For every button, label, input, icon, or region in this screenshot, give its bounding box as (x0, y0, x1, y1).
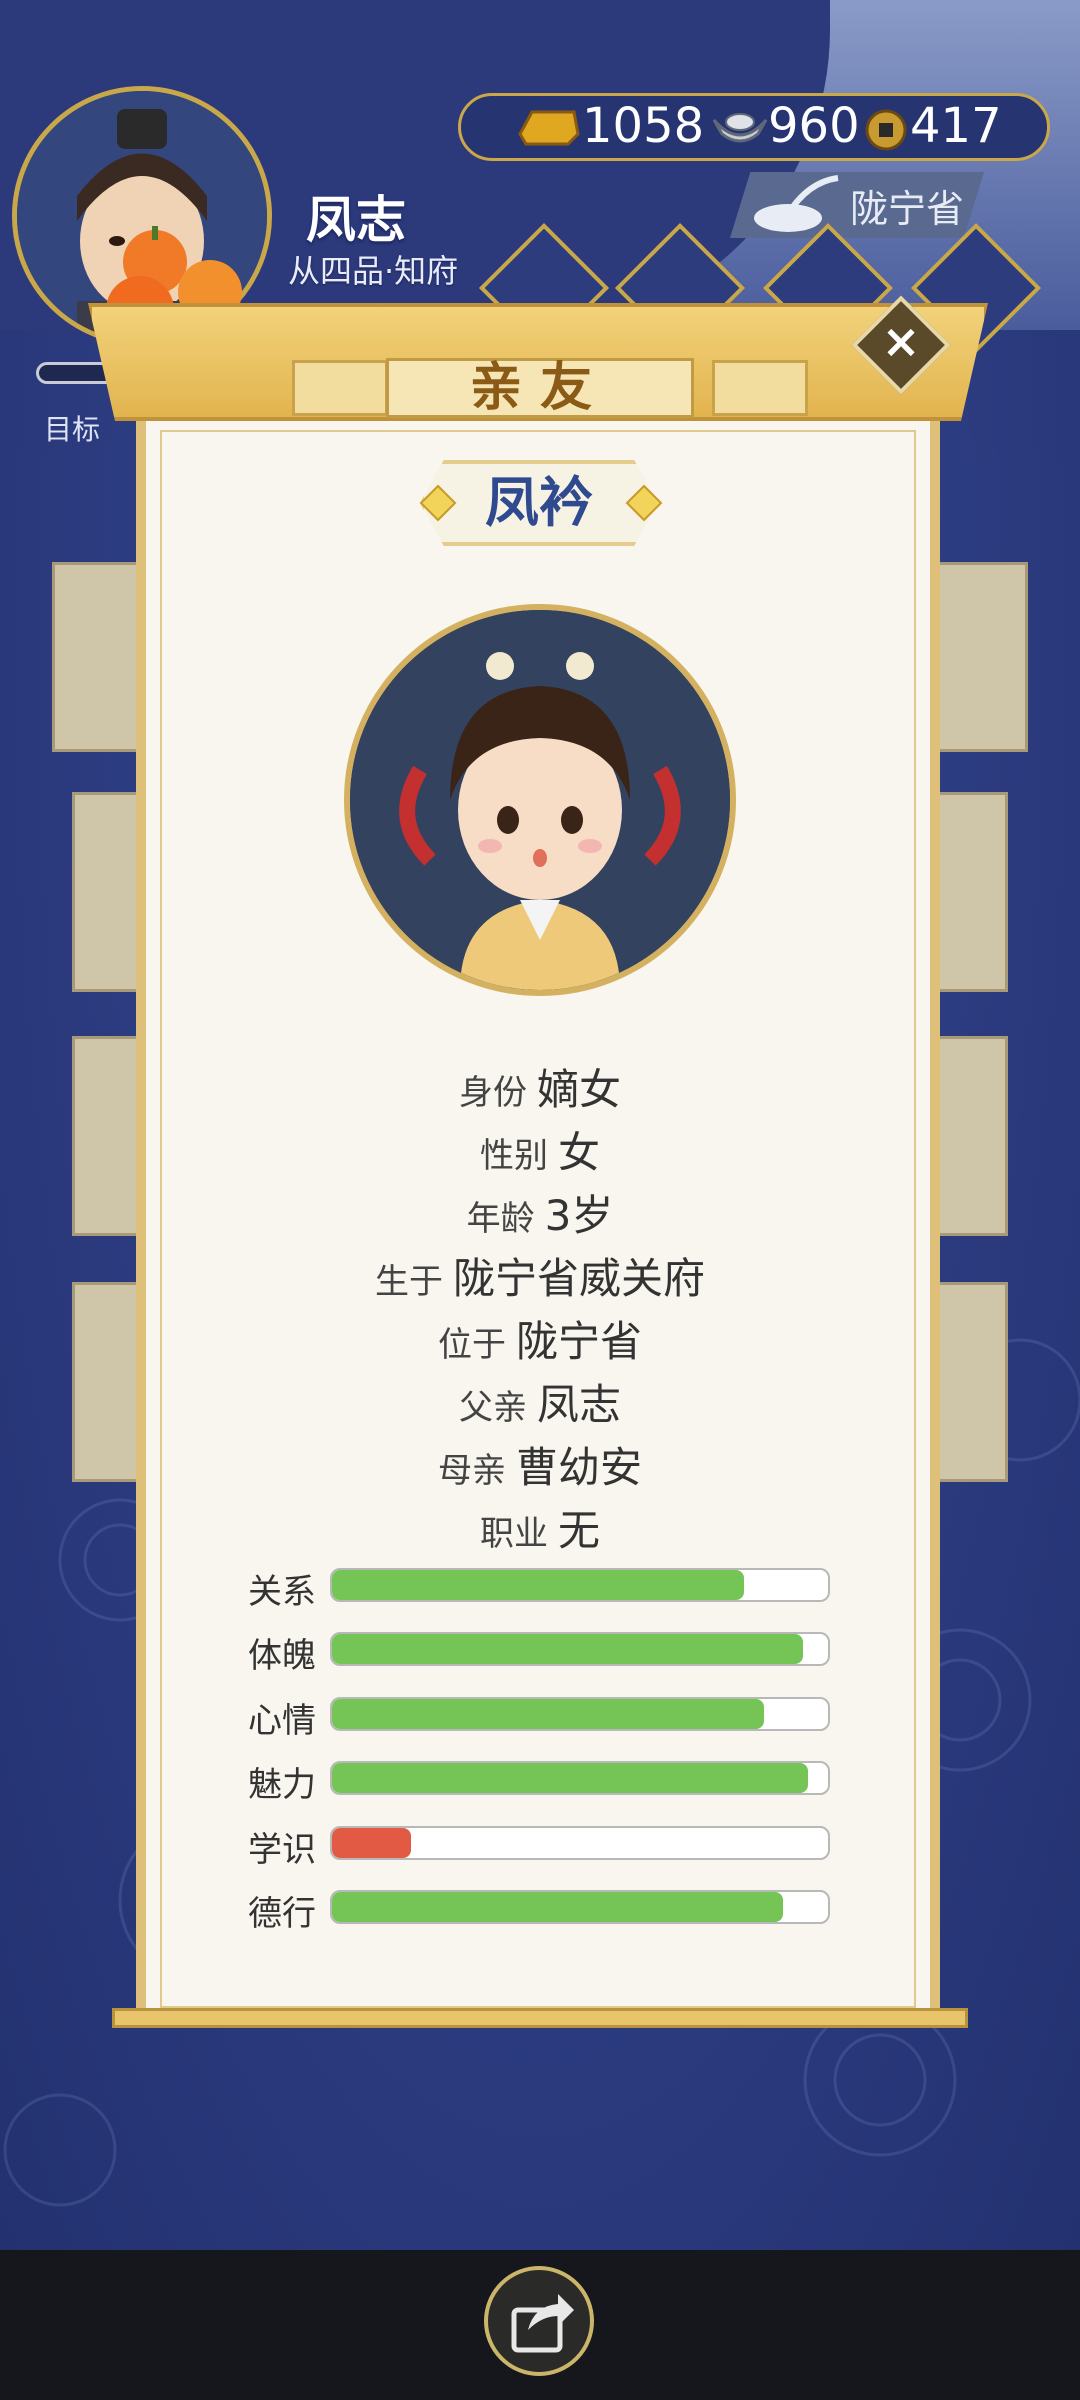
stat-bar (330, 1761, 830, 1795)
stat-bar (330, 1826, 830, 1860)
info-key: 生于 (374, 1262, 443, 1302)
stat-bar-fill (332, 1828, 412, 1858)
info-row: 母亲 曹幼安 (140, 1434, 940, 1495)
stat-bar (330, 1632, 830, 1666)
side-card-right-2 (928, 792, 1008, 992)
info-key: 父亲 (458, 1388, 527, 1428)
dialog-title: 亲友 (469, 358, 610, 418)
stat-bar (330, 1890, 830, 1924)
info-value: 曹幼安 (515, 1443, 642, 1492)
province-label: 陇宁省 (850, 187, 965, 231)
info-row: 生于 陇宁省威关府 (140, 1245, 940, 1306)
info-key: 母亲 (437, 1451, 506, 1491)
info-value: 陇宁省威关府 (452, 1254, 705, 1303)
info-row: 位于 陇宁省 (140, 1308, 940, 1369)
goal-label[interactable]: 目标 (44, 408, 100, 448)
share-icon (511, 2294, 574, 2353)
person-portrait (344, 604, 736, 996)
person-portrait-art (350, 610, 730, 990)
side-card-right-3 (928, 1036, 1008, 1236)
coin-amount: 417 (910, 98, 1002, 154)
person-name: 凤衿 (485, 471, 593, 534)
stat-bar-fill (332, 1763, 809, 1793)
close-icon[interactable]: × (866, 306, 936, 376)
player-rank: 从四品·知府 (288, 252, 459, 290)
title-side-plate-left (292, 360, 388, 416)
stat-label: 德行 (248, 1894, 316, 1934)
info-row: 身份 嫡女 (140, 1056, 940, 1117)
info-value: 凤志 (536, 1380, 621, 1429)
player-name: 凤志 (306, 191, 406, 249)
stat-bar (330, 1568, 830, 1602)
info-key: 身份 (458, 1073, 527, 1113)
stat-label: 体魄 (248, 1636, 316, 1676)
info-value: 女 (557, 1128, 600, 1177)
info-value: 陇宁省 (515, 1317, 642, 1366)
stat-bar-fill (332, 1634, 804, 1664)
gold-ingot-icon (518, 110, 580, 146)
info-value: 3岁 (544, 1191, 614, 1240)
stat-label: 关系 (248, 1572, 316, 1612)
side-card-right-1 (928, 562, 1028, 752)
title-side-plate-right (712, 360, 808, 416)
dialog-scroll-bottom-rod (112, 2008, 968, 2028)
silver-amount: 960 (768, 98, 860, 154)
info-row: 职业无 (140, 1497, 940, 1558)
stat-label: 魅力 (248, 1765, 316, 1805)
stat-bar (330, 1697, 830, 1731)
info-row: 父亲 凤志 (140, 1371, 940, 1432)
stat-label: 学识 (248, 1830, 316, 1870)
info-row: 年龄 3岁 (140, 1182, 940, 1243)
info-key: 性别 (479, 1136, 548, 1176)
gold-amount: 1058 (582, 98, 705, 154)
info-value: 无 (557, 1506, 600, 1555)
silver-ingot-icon (712, 113, 768, 143)
stat-label: 心情 (248, 1701, 316, 1741)
copper-coin-icon (865, 109, 907, 151)
stat-bar-fill (332, 1892, 784, 1922)
share-button[interactable] (484, 2266, 594, 2376)
info-key: 职业 (479, 1514, 548, 1554)
info-key: 年龄 (466, 1199, 535, 1239)
info-value: 嫡女 (536, 1065, 621, 1114)
side-card-right-4 (928, 1282, 1008, 1482)
info-row: 性别女 (140, 1119, 940, 1180)
stat-bar-fill (332, 1699, 764, 1729)
stat-bar-fill (332, 1570, 744, 1600)
info-key: 位于 (437, 1325, 506, 1365)
